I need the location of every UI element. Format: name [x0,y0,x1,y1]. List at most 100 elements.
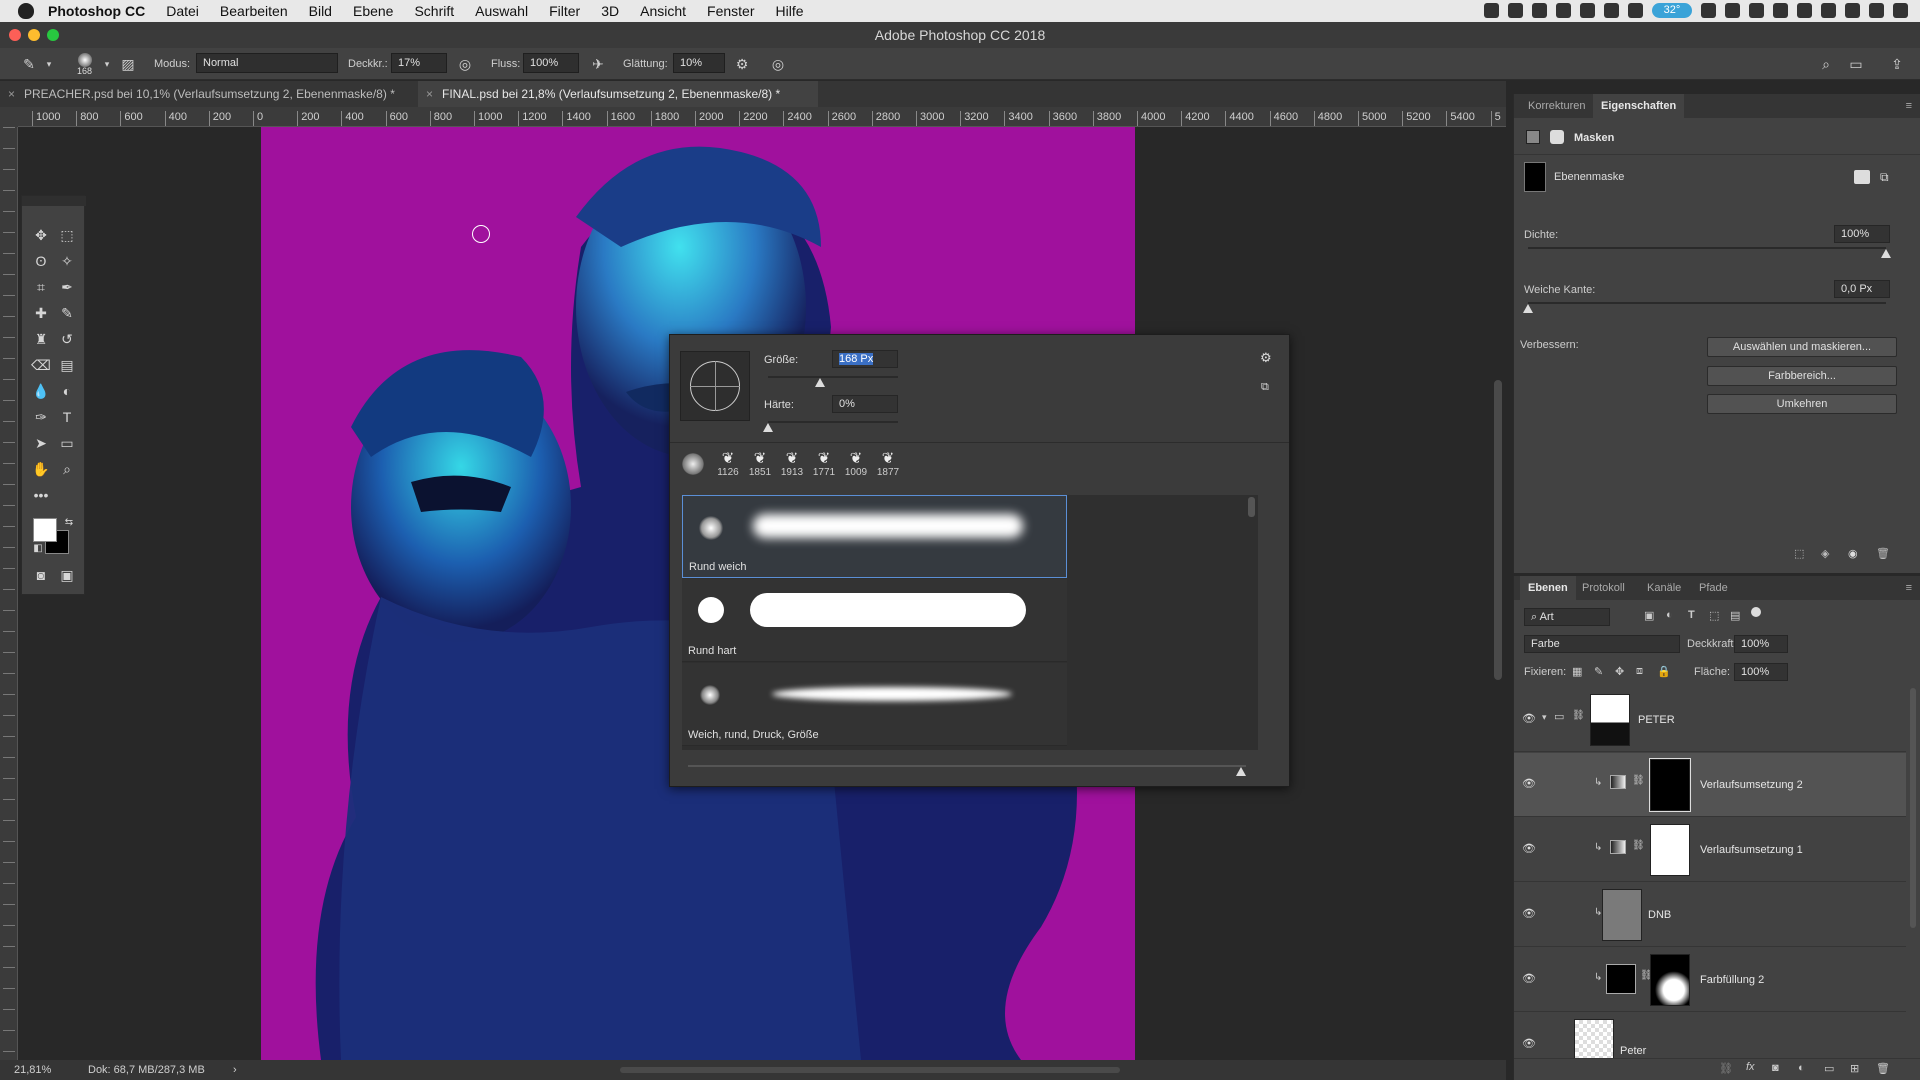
brush-size-slider-thumb[interactable] [815,378,825,387]
layer-mask-thumbnail[interactable] [1524,162,1546,192]
zoom-tool-icon[interactable]: ⌕ [55,458,79,480]
lock-transparency-icon[interactable]: ▦ [1572,665,1582,678]
toolbox-grip[interactable] [22,196,86,206]
tab-kanaele[interactable]: Kanäle [1639,576,1689,600]
brush-size-slider[interactable] [768,376,898,378]
brush-tool-icon[interactable]: ✎ [20,55,38,73]
tab-final[interactable]: × FINAL.psd bei 21,8% (Verlaufsumsetzung… [418,81,818,107]
ps-icon[interactable] [1628,3,1643,18]
minimize-window-button[interactable] [28,29,40,41]
healing-tool-icon[interactable]: ✚ [29,302,53,324]
menu-filter[interactable]: Filter [549,3,580,19]
brush-picker-chevron-icon[interactable]: ▾ [98,55,116,73]
link-layers-icon[interactable]: ⛓ [1719,1062,1733,1075]
brush-size-field[interactable]: 168 Px [832,350,898,368]
pressure-size-icon[interactable]: ◎ [769,55,787,73]
hardness-field[interactable]: 0% [832,395,898,413]
move-tool-icon[interactable]: ✥ [29,224,53,246]
zoom-readout[interactable]: 21,81% [14,1060,51,1080]
apply-mask-icon[interactable]: ◈ [1821,547,1829,560]
density-slider[interactable] [1528,247,1886,249]
workspace-icon[interactable]: ▭ [1847,55,1865,73]
zoom-window-button[interactable] [47,29,59,41]
feather-field[interactable]: 0,0 Px [1834,280,1890,298]
marquee-tool-icon[interactable]: ⬚ [55,224,79,246]
filter-type-icon[interactable]: T [1688,609,1695,621]
layer-row[interactable]: 👁 ↳ DNB [1514,883,1906,947]
hardness-slider-thumb[interactable] [763,423,773,432]
flow-field[interactable]: 100% [523,53,579,73]
preview-size-slider[interactable] [688,765,1246,767]
menu-ebene[interactable]: Ebene [353,3,393,19]
new-preset-icon[interactable]: ⧉ [1261,381,1269,394]
layer-row[interactable]: 👁 ↳ ⛓ Verlaufsumsetzung 2 [1514,753,1906,817]
menu-fenster[interactable]: Fenster [707,3,754,19]
add-mask-icon[interactable]: ◙ [1772,1062,1779,1074]
layer-row[interactable]: 👁 ▾ ▭ ⛓ PETER [1514,688,1906,752]
document-size[interactable]: Dok: 68,7 MB/287,3 MB [88,1060,205,1080]
eye-icon[interactable]: 👁 [1522,974,1536,985]
type-tool-icon[interactable]: T [55,406,79,428]
share-icon[interactable]: ⇪ [1888,55,1906,73]
filter-adjustment-icon[interactable]: ◐ [1666,609,1673,621]
stamp-tool-icon[interactable]: ♜ [29,328,53,350]
cloud-icon[interactable] [1556,3,1571,18]
opacity-field[interactable]: 17% [391,53,447,73]
eye-icon[interactable]: 👁 [1522,1039,1536,1050]
blend-mode-select[interactable]: Farbe [1524,635,1680,653]
menu-hilfe[interactable]: Hilfe [776,3,804,19]
chevron-right-icon[interactable]: › [233,1060,237,1080]
close-tab-icon[interactable]: × [426,81,433,107]
canvas-horizontal-scrollbar[interactable] [620,1067,1120,1073]
spotlight-icon[interactable] [1845,3,1860,18]
path-select-tool-icon[interactable]: ➤ [29,432,53,454]
menu-ansicht[interactable]: Ansicht [640,3,686,19]
density-field[interactable]: 100% [1834,225,1890,243]
hd-icon[interactable] [1701,3,1716,18]
preset-rund-hart[interactable]: Rund hart [682,579,1067,662]
chevron-down-icon[interactable]: ▾ [40,55,58,73]
preset-scrollbar[interactable] [1248,497,1255,517]
brush-settings-icon[interactable]: ▨ [119,55,137,73]
ruler-corner[interactable] [0,107,18,127]
filter-smartobject-icon[interactable]: ▤ [1730,609,1740,622]
tab-pfade[interactable]: Pfade [1691,576,1736,600]
lock-position-icon[interactable]: ✥ [1615,665,1624,678]
hardness-slider[interactable] [768,421,898,423]
horizontal-ruler[interactable]: 1000 800 600 400 200 0 200 400 600 800 1000 1200 140… [18,107,1506,127]
eye-icon[interactable]: 👁 [1522,909,1536,920]
load-selection-icon[interactable]: ⬚ [1794,547,1804,560]
recent-brush-item[interactable]: ❦ 1771 [809,449,839,478]
gear-icon[interactable]: ⚙ [1260,350,1272,366]
record-icon[interactable] [1484,3,1499,18]
preset-rund-weich[interactable]: Rund weich [682,495,1067,578]
vector-mask-icon[interactable] [1550,130,1564,144]
menu-photoshop[interactable]: Photoshop CC [48,3,145,19]
filter-toggle[interactable] [1751,607,1761,617]
brush-tip-preview[interactable] [680,351,750,421]
feather-slider[interactable] [1528,302,1886,304]
recent-brush-item[interactable]: ❦ 1913 [777,449,807,478]
tab-protokoll[interactable]: Protokoll [1574,576,1633,600]
hand-tool-icon[interactable]: ✋ [29,458,53,480]
recent-brush-item[interactable]: ❦ 1877 [873,449,903,478]
dodge-tool-icon[interactable]: ◐ [55,380,79,402]
dropbox-icon[interactable] [1532,3,1547,18]
history-brush-tool-icon[interactable]: ↺ [55,328,79,350]
lock-all-icon[interactable]: 🔒 [1657,665,1671,678]
new-group-icon[interactable]: ▭ [1824,1062,1834,1075]
smoothing-field[interactable]: 10% [673,53,725,73]
brush-preset-picker[interactable] [78,53,92,67]
recent-brush-item[interactable]: ❦ 1851 [745,449,775,478]
swap-colors-icon[interactable]: ⇆ [57,512,81,534]
delete-mask-icon[interactable]: 🗑 [1876,547,1890,560]
delete-layer-icon[interactable]: 🗑 [1876,1062,1890,1075]
tab-ebenen[interactable]: Ebenen [1520,576,1576,600]
lock-artboard-icon[interactable]: ⧈ [1636,665,1643,678]
wifi-icon[interactable] [1773,3,1788,18]
foreground-color-swatch[interactable] [33,518,57,542]
invert-button[interactable]: Umkehren [1707,394,1897,414]
blur-tool-icon[interactable]: 💧 [29,380,53,402]
lasso-tool-icon[interactable]: ʘ [29,250,53,272]
battery-icon[interactable] [1821,3,1836,18]
